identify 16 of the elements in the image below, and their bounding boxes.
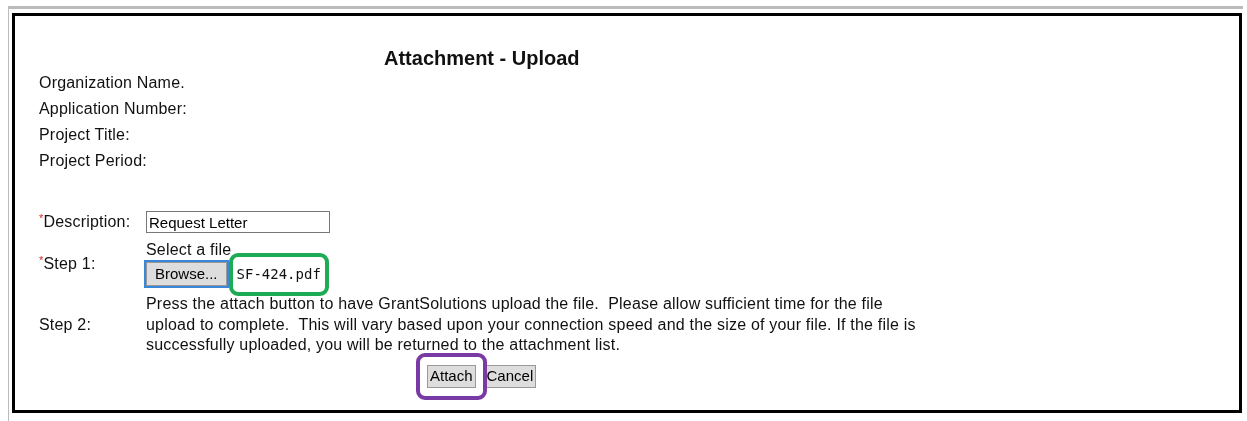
description-field[interactable]: Request Letter	[146, 211, 330, 233]
hint-text: Select a file	[146, 240, 233, 260]
field-label: Project Title:	[39, 125, 131, 145]
field-label: Description:	[43, 212, 131, 232]
field-label: Project Period:	[39, 151, 148, 171]
field-label: Application Number:	[39, 99, 188, 119]
field-label: Step 1:	[43, 253, 96, 273]
page-title: Attachment - Upload	[384, 46, 581, 70]
field-label: Organization Name.	[39, 73, 186, 93]
required-mark: *	[39, 253, 44, 266]
browse-button[interactable]: Browse...	[146, 262, 227, 287]
action-button[interactable]: Attach	[427, 364, 476, 388]
field-label: Step 2:	[39, 315, 92, 335]
file-name: SF-424.pdf	[236, 265, 321, 283]
instructions-text: Press the attach button to have GrantSolutions upload the file. Please allow sufficient time for the file upload to complete. This will vary based upon your connection speed and the size of your file. If the file is successfully uploaded, you will be returned to the attachment list.	[146, 294, 917, 356]
required-mark: *	[39, 212, 44, 225]
